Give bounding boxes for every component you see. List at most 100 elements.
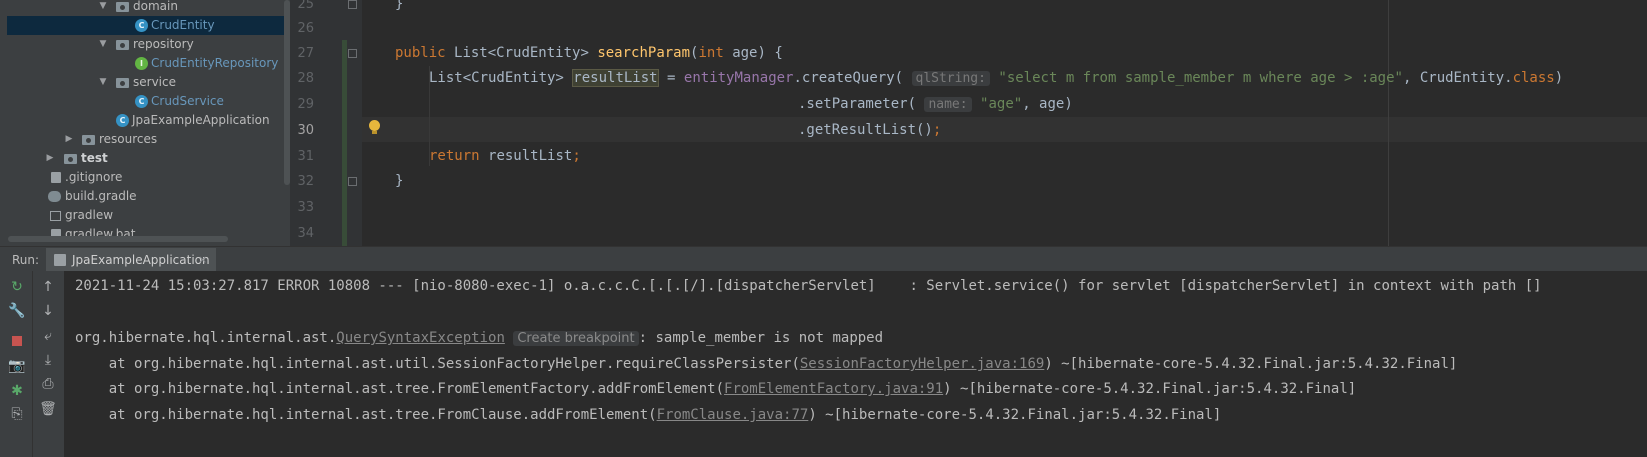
debug-icon[interactable]: ✱ [7, 381, 27, 401]
tree-item-resources[interactable]: ▶ resources [0, 130, 285, 149]
code-line-31: return resultList; [429, 148, 581, 164]
code-line-28: List<CrudEntity> resultList = entityMana… [429, 69, 1564, 87]
line-number: 31 [297, 149, 314, 164]
up-arrow-icon[interactable]: ↑ [38, 277, 58, 297]
tree-item-label: domain [133, 0, 178, 13]
tree-item-label: .gitignore [65, 170, 123, 184]
console-line-stack: at org.hibernate.hql.internal.ast.tree.F… [75, 381, 1357, 397]
stack-trace-link[interactable]: FromElementFactory.java:91 [724, 381, 943, 397]
fold-marker-icon[interactable] [348, 0, 357, 9]
run-toolbar-secondary: ↑ ↓ ⤶ ⤓ ⎙ 🗑 [32, 271, 65, 457]
rerun-icon[interactable]: ↻ [7, 277, 27, 297]
folder-icon [116, 40, 129, 50]
tree-item-label: build.gradle [65, 189, 137, 203]
tree-item-test[interactable]: ▶ test [0, 149, 285, 168]
tree-item-label: repository [133, 37, 194, 51]
project-tree: ▼ domain C CrudEntity ▼ repository I Cru… [0, 0, 290, 258]
stack-trace-link[interactable]: SessionFactoryHelper.java:169 [800, 356, 1044, 372]
exit-icon[interactable]: ⎘ [7, 404, 27, 424]
line-number: 33 [297, 200, 314, 215]
fold-marker-icon[interactable] [348, 177, 357, 186]
code-line-27: public List<CrudEntity> searchParam(int … [395, 45, 783, 61]
editor-gutter: 25 26 27 28 29 30 31 32 33 34 [290, 0, 362, 246]
tree-item-label: gradlew [65, 208, 114, 222]
tree-item-label: resources [99, 132, 158, 146]
parameter-hint: qlString: [911, 71, 990, 86]
line-number: 29 [297, 97, 314, 112]
resources-folder-icon [82, 135, 95, 145]
run-tab-label: JpaExampleApplication [72, 253, 210, 267]
folder-icon [116, 78, 129, 88]
trash-icon[interactable]: 🗑 [38, 399, 58, 419]
line-number: 25 [297, 0, 314, 12]
line-number: 27 [297, 46, 314, 61]
line-number: 34 [297, 226, 314, 241]
right-margin-guide [1388, 0, 1389, 246]
tree-item-jpaexampleapplication[interactable]: C JpaExampleApplication [0, 111, 285, 130]
line-number: 28 [297, 71, 314, 86]
console-line-stack: at org.hibernate.hql.internal.ast.tree.F… [75, 407, 1222, 423]
vcs-change-marker[interactable] [342, 40, 347, 246]
spring-class-icon: C [116, 114, 129, 127]
class-icon: C [135, 19, 148, 32]
console-line: 2021-11-24 15:03:27.817 ERROR 10808 --- … [75, 278, 1542, 294]
down-arrow-icon[interactable]: ↓ [38, 301, 58, 321]
chevron-right-icon[interactable]: ▶ [64, 130, 74, 149]
highlighted-identifier: resultList [572, 69, 659, 87]
tree-item-crudentity[interactable]: C CrudEntity [7, 16, 285, 35]
horizontal-scrollbar[interactable] [8, 236, 228, 242]
chevron-down-icon[interactable]: ▼ [98, 73, 108, 92]
tree-item-gradlew[interactable]: gradlew [0, 206, 285, 225]
soft-wrap-icon[interactable]: ⤶ [38, 326, 58, 346]
code-line-25: } [395, 0, 404, 12]
tree-item-gitignore[interactable]: .gitignore [0, 168, 285, 187]
code-editor[interactable]: 25 26 27 28 29 30 31 32 33 34 } public L… [290, 0, 1647, 246]
console-line-exception: org.hibernate.hql.internal.ast.QuerySynt… [75, 330, 884, 346]
folder-icon [116, 2, 129, 12]
line-number: 32 [297, 174, 314, 189]
current-line-highlight [362, 117, 1647, 142]
console-output[interactable]: 2021-11-24 15:03:27.817 ERROR 10808 --- … [64, 271, 1647, 457]
parameter-hint: name: [924, 97, 972, 112]
folder-icon [64, 154, 77, 164]
tree-item-domain[interactable]: ▼ domain [0, 0, 285, 16]
line-number-current: 30 [297, 123, 314, 138]
tree-item-label: CrudEntityRepository [151, 56, 279, 70]
class-icon: C [135, 95, 148, 108]
code-line-30: .getResultList(); [798, 122, 942, 138]
tree-item-label: test [81, 151, 108, 165]
tree-item-service[interactable]: ▼ service [0, 73, 285, 92]
run-panel-header: Run: JpaExampleApplication × [0, 246, 1647, 272]
tree-item-repository[interactable]: ▼ repository [0, 35, 285, 54]
code-line-29: .setParameter( name: "age", age) [798, 96, 1073, 112]
print-icon[interactable]: ⎙ [38, 374, 58, 394]
run-label: Run: [12, 253, 40, 267]
tree-item-label: JpaExampleApplication [132, 113, 270, 127]
chevron-down-icon[interactable]: ▼ [98, 0, 108, 16]
stop-icon[interactable] [7, 331, 27, 351]
interface-icon: I [135, 57, 148, 70]
fold-marker-icon[interactable] [348, 49, 357, 58]
line-number: 26 [297, 21, 314, 36]
screenshot-icon[interactable]: 📷 [7, 356, 27, 376]
run-toolbar-primary: ↻ 🔧 📷 ✱ ⎘ [0, 271, 32, 457]
scroll-to-end-icon[interactable]: ⤓ [38, 350, 58, 370]
create-breakpoint-button[interactable]: Create breakpoint [513, 331, 639, 346]
stack-trace-link[interactable]: FromClause.java:77 [657, 407, 809, 423]
code-line-32: } [395, 173, 404, 189]
chevron-right-icon[interactable]: ▶ [45, 149, 55, 168]
lightbulb-icon[interactable] [369, 120, 380, 134]
run-tab-jpaexampleapplication[interactable]: JpaExampleApplication × [46, 248, 216, 272]
chevron-down-icon[interactable]: ▼ [98, 35, 108, 54]
terminal-file-icon [50, 211, 61, 221]
console-line-stack: at org.hibernate.hql.internal.ast.util.S… [75, 356, 1458, 372]
exception-link[interactable]: QuerySyntaxException [336, 330, 505, 346]
tree-item-build-gradle[interactable]: build.gradle [0, 187, 285, 206]
close-icon[interactable]: × [198, 248, 207, 272]
settings-icon[interactable]: 🔧 [7, 301, 27, 321]
tree-item-crudentityrepository[interactable]: I CrudEntityRepository [0, 54, 285, 73]
file-icon [51, 172, 61, 183]
tree-item-crudservice[interactable]: C CrudService [0, 92, 285, 111]
tree-item-label: CrudEntity [151, 18, 215, 32]
tree-item-label: service [133, 75, 176, 89]
